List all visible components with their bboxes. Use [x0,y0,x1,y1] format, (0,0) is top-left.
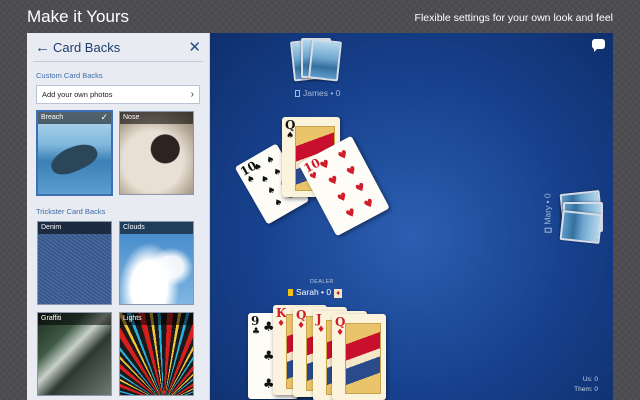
card-suit: ♦ [277,319,286,329]
card-back-label: Denim [38,222,111,234]
add-photos-button[interactable]: Add your own photos › [36,85,200,104]
card-suit: ♠ [286,131,295,141]
player-score: 0 [335,88,341,98]
add-photos-label: Add your own photos [42,90,113,99]
card-rank: Q [285,118,296,132]
panel-title: Card Backs [53,39,121,55]
north-hand-stack [289,36,343,82]
whale-image [47,137,101,181]
dealer-label: DEALER [310,279,334,285]
player-score: 0 [326,287,332,297]
hand-card[interactable]: Q ♦ [332,314,386,400]
card-back-breach[interactable]: Breach ✓ [36,110,113,196]
card-back-nose[interactable]: Nose [119,111,194,195]
flag-icon [295,90,300,97]
close-icon[interactable]: ✕ [188,38,201,56]
player-east: Mary • 0 [542,193,553,233]
card-rank: 9 [251,314,260,328]
card-back-lights[interactable]: Lights [119,312,194,396]
trump-diamond-icon: ♦ [334,289,343,298]
card-back-denim[interactable]: Denim [37,221,112,305]
player-name: James [303,88,329,98]
score-us-label: Us: [582,376,593,383]
score-them-value: 0 [594,386,598,393]
chevron-right-icon: › [190,89,194,100]
player-score: 0 [542,193,553,199]
player-name: Mary [542,205,553,225]
app-title: Make it Yours [27,7,130,26]
card-pips: ♥ ♥ ♥ ♥ ♥ ♥ ♥ ♥ [317,147,377,222]
chat-icon[interactable] [592,39,605,52]
card-rank: K [276,306,287,320]
flag-icon [544,227,552,233]
queen-portrait [345,323,381,394]
card-backs-panel: ← Card Backs ✕ Custom Card Backs Add you… [27,33,210,400]
card-suit: ♣ [252,327,261,337]
player-north: James • 0 [295,88,340,98]
card-back-clouds[interactable]: Clouds [119,221,194,305]
card-suit: ♦ [297,321,306,331]
score-them: Them: 0 [574,386,598,393]
card-back-graffiti[interactable]: Graffiti [37,312,112,396]
card-back-label: Lights [120,313,193,325]
score-us: Us: 0 [583,376,598,383]
trickster-section-title: Trickster Card Backs [36,207,106,216]
card-back [559,209,603,245]
card-suit: ♦ [336,328,345,338]
divider [33,61,203,62]
card-suit: ♦ [317,325,326,335]
score-us-value: 0 [594,376,598,383]
card-back-label: Nose [120,112,193,124]
back-arrow-icon[interactable]: ← [35,39,53,56]
flag-icon [288,289,293,296]
card-back-label: Clouds [120,222,193,234]
score-them-label: Them: [574,386,593,393]
card-rank: Q [335,315,346,329]
checkmark-icon: ✓ [100,112,108,122]
player-south: Sarah • 0 ♦ [288,287,343,298]
card-back [307,38,343,82]
panel-header: ← Card Backs ✕ [27,33,209,61]
east-hand-stack [559,183,610,245]
tagline: Flexible settings for your own look and … [414,12,613,24]
card-back-label: Graffiti [38,313,111,325]
card-rank: Q [296,308,307,322]
card-rank: J [316,312,322,326]
game-table: James • 0 Mary • 0 10 ♠ ♠♠♠♠♠♠♠♠ Q ♠ 10 … [210,33,613,400]
player-name: Sarah [296,287,319,297]
custom-section-title: Custom Card Backs [36,71,103,80]
